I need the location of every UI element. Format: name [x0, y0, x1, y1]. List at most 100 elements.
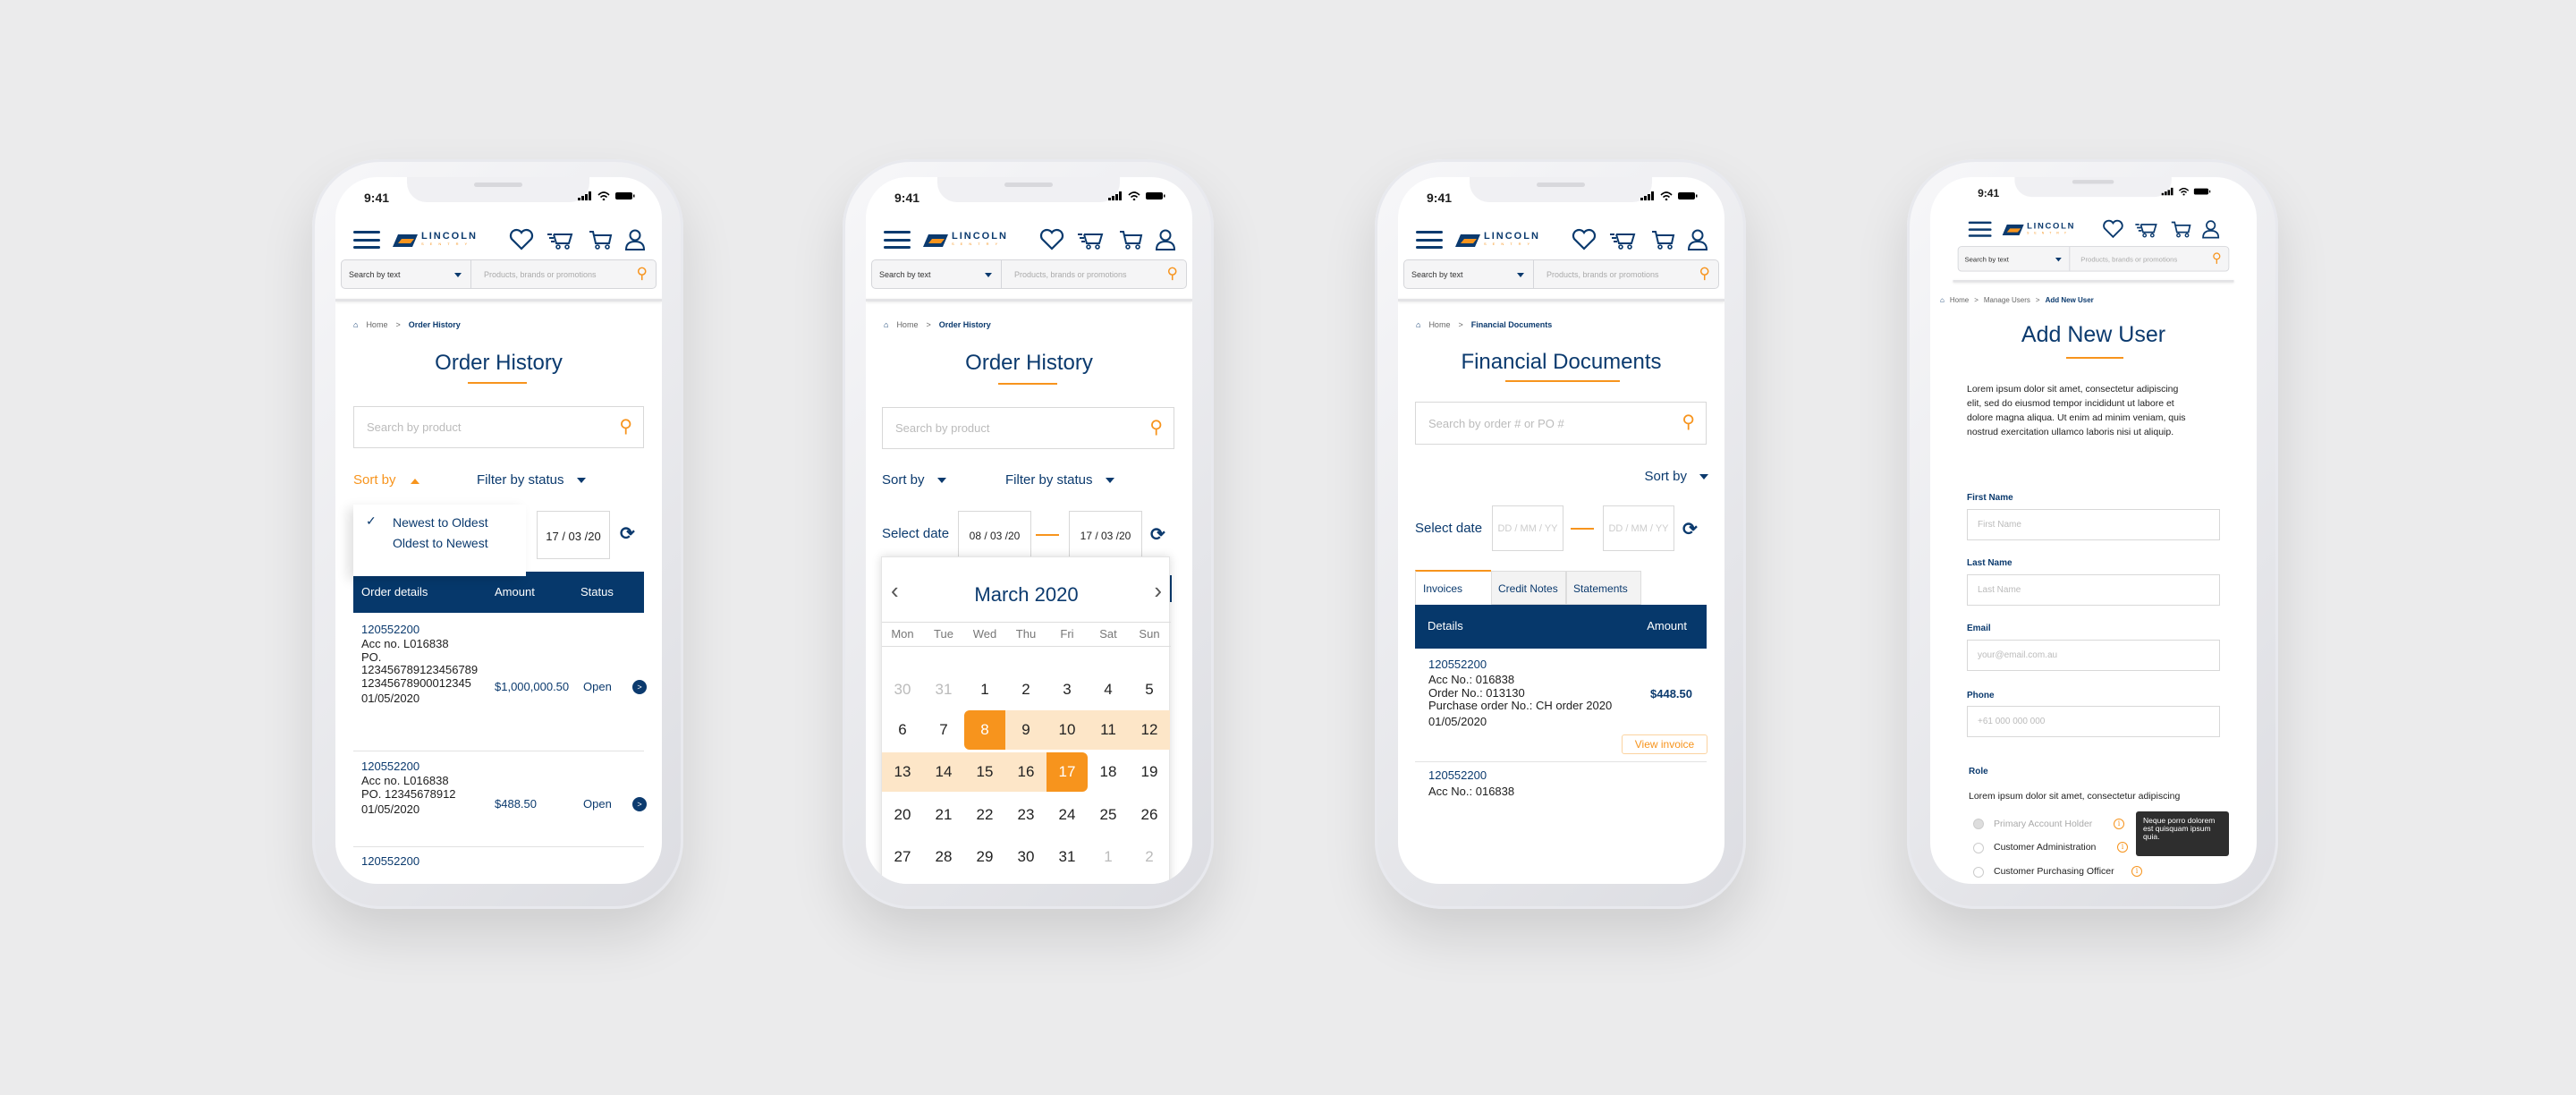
search-icon[interactable]: ⚲ [1699, 265, 1710, 283]
quick-order-cart-icon[interactable] [2135, 218, 2158, 240]
role-option-purchasing[interactable]: Customer Purchasing Officer [1994, 866, 2114, 877]
search-icon[interactable]: ⚲ [619, 415, 632, 437]
product-search-input[interactable]: Search by product ⚲ [353, 406, 644, 448]
tab-statements[interactable]: Statements [1566, 571, 1641, 605]
global-search-input[interactable]: Products, brands or promotions ⚲ [1534, 260, 1718, 288]
calendar-day[interactable]: 2 [1005, 670, 1046, 709]
calendar-day[interactable]: 26 [1129, 795, 1170, 835]
calendar-day-selected[interactable]: 8 [964, 710, 1005, 750]
role-option-primary[interactable]: Primary Account Holder [1994, 819, 2092, 829]
calendar-day-in-range[interactable]: 9 [1005, 710, 1046, 750]
search-icon[interactable]: ⚲ [637, 265, 648, 283]
calendar-day-in-range[interactable]: 13 [882, 752, 923, 792]
calendar-day[interactable]: 1 [1088, 837, 1129, 877]
menu-icon[interactable] [884, 231, 911, 249]
calendar-day[interactable]: 22 [964, 795, 1005, 835]
calendar-day[interactable]: 2 [1129, 837, 1170, 877]
sort-option-oldest[interactable]: Oldest to Newest [393, 536, 488, 550]
calendar-day[interactable]: 30 [1005, 837, 1046, 877]
user-icon[interactable] [622, 227, 648, 252]
calendar-day[interactable]: 25 [1088, 795, 1129, 835]
user-icon[interactable] [2199, 218, 2223, 240]
calendar-day[interactable]: 6 [882, 710, 923, 750]
document-id[interactable]: 120552200 [1428, 768, 1487, 782]
role-option-admin[interactable]: Customer Administration [1994, 842, 2096, 853]
sort-by-dropdown[interactable]: Sort by [882, 472, 946, 488]
calendar-day[interactable]: 19 [1129, 752, 1170, 792]
calendar-day-in-range[interactable]: 11 [1088, 710, 1129, 750]
product-search-input[interactable]: Search by product ⚲ [882, 407, 1174, 449]
last-name-input[interactable]: Last Name [1967, 574, 2220, 606]
cart-icon[interactable] [587, 227, 614, 252]
calendar-day[interactable]: 18 [1088, 752, 1129, 792]
breadcrumb-home[interactable]: Home [1950, 296, 1969, 304]
calendar-day[interactable]: 27 [882, 837, 923, 877]
search-icon[interactable]: ⚲ [2212, 250, 2222, 266]
heart-icon[interactable] [508, 227, 535, 252]
date-to-field[interactable]: DD / MM / YY [1603, 505, 1674, 551]
calendar-day[interactable]: 20 [882, 795, 923, 835]
cart-icon[interactable] [1117, 227, 1144, 252]
quick-order-cart-icon[interactable] [1609, 227, 1636, 252]
refresh-icon[interactable]: ⟳ [1150, 523, 1165, 546]
cart-icon[interactable] [2169, 218, 2192, 240]
next-month-icon[interactable]: › [1154, 577, 1162, 605]
filter-by-status-dropdown[interactable]: Filter by status [477, 472, 586, 488]
info-icon[interactable]: i [2117, 842, 2128, 853]
global-search-input[interactable]: Products, brands or promotions ⚲ [471, 260, 656, 288]
calendar-day-in-range[interactable]: 12 [1129, 710, 1170, 750]
calendar-day-in-range[interactable]: 16 [1005, 752, 1046, 792]
tab-credit-notes[interactable]: Credit Notes [1491, 571, 1566, 605]
user-icon[interactable] [1684, 227, 1711, 252]
date-from-field[interactable]: 08 / 03 /20 [958, 511, 1031, 559]
filter-by-status-dropdown[interactable]: Filter by status [1005, 472, 1114, 488]
date-to-field[interactable]: 17 / 03 /20 [537, 511, 610, 559]
search-type-select[interactable]: Search by text [342, 260, 471, 288]
breadcrumb-manage-users[interactable]: Manage Users [1984, 296, 2030, 304]
breadcrumb-home[interactable]: Home [896, 320, 918, 329]
calendar-day[interactable]: 7 [923, 710, 964, 750]
search-type-select[interactable]: Search by text [872, 260, 1002, 288]
sort-by-dropdown[interactable]: Sort by [1644, 469, 1708, 484]
role-radio-purchasing[interactable] [1973, 867, 1984, 878]
email-input[interactable]: your@email.com.au [1967, 640, 2220, 671]
global-search-input[interactable]: Products, brands or promotions ⚲ [1002, 260, 1186, 288]
search-type-select[interactable]: Search by text [1959, 246, 2071, 271]
calendar-day[interactable]: 3 [1046, 670, 1088, 709]
refresh-icon[interactable]: ⟳ [620, 522, 635, 545]
quick-order-cart-icon[interactable] [1077, 227, 1104, 252]
breadcrumb-home[interactable]: Home [366, 320, 387, 329]
menu-icon[interactable] [1416, 231, 1443, 249]
quick-order-cart-icon[interactable] [547, 227, 573, 252]
logo[interactable]: LINCOLN SENTRY [1455, 231, 1548, 250]
info-icon[interactable]: i [2131, 866, 2142, 877]
calendar-day[interactable]: 30 [882, 670, 923, 709]
calendar-day[interactable]: 21 [923, 795, 964, 835]
home-icon[interactable]: ⌂ [1416, 320, 1420, 329]
breadcrumb-home[interactable]: Home [1428, 320, 1450, 329]
chevron-right-icon[interactable]: > [632, 797, 647, 811]
order-search-input[interactable]: Search by order # or PO # ⚲ [1415, 402, 1707, 445]
home-icon[interactable]: ⌂ [1940, 296, 1945, 304]
home-icon[interactable]: ⌂ [353, 320, 358, 329]
heart-icon[interactable] [1571, 227, 1597, 252]
menu-icon[interactable] [1968, 221, 1992, 237]
order-id[interactable]: 120552200 [361, 854, 419, 868]
calendar-day[interactable]: 31 [923, 670, 964, 709]
calendar-day[interactable]: 1 [964, 670, 1005, 709]
phone-input[interactable]: +61 000 000 000 [1967, 706, 2220, 737]
search-icon[interactable]: ⚲ [1682, 411, 1695, 433]
info-icon[interactable]: i [2114, 819, 2124, 829]
view-invoice-button[interactable]: View invoice [1622, 734, 1707, 754]
role-radio-primary[interactable] [1973, 819, 1984, 829]
calendar-day[interactable]: 4 [1088, 670, 1129, 709]
logo[interactable]: LINCOLN SENTRY [923, 231, 1016, 250]
tab-invoices[interactable]: Invoices [1415, 570, 1491, 607]
calendar-day[interactable]: 5 [1129, 670, 1170, 709]
calendar-day[interactable]: 29 [964, 837, 1005, 877]
date-to-field[interactable]: 17 / 03 /20 [1069, 511, 1142, 559]
first-name-input[interactable]: First Name [1967, 509, 2220, 540]
sort-option-newest[interactable]: Newest to Oldest [393, 515, 488, 530]
calendar-day-in-range[interactable]: 10 [1046, 710, 1088, 750]
search-type-select[interactable]: Search by text [1404, 260, 1534, 288]
